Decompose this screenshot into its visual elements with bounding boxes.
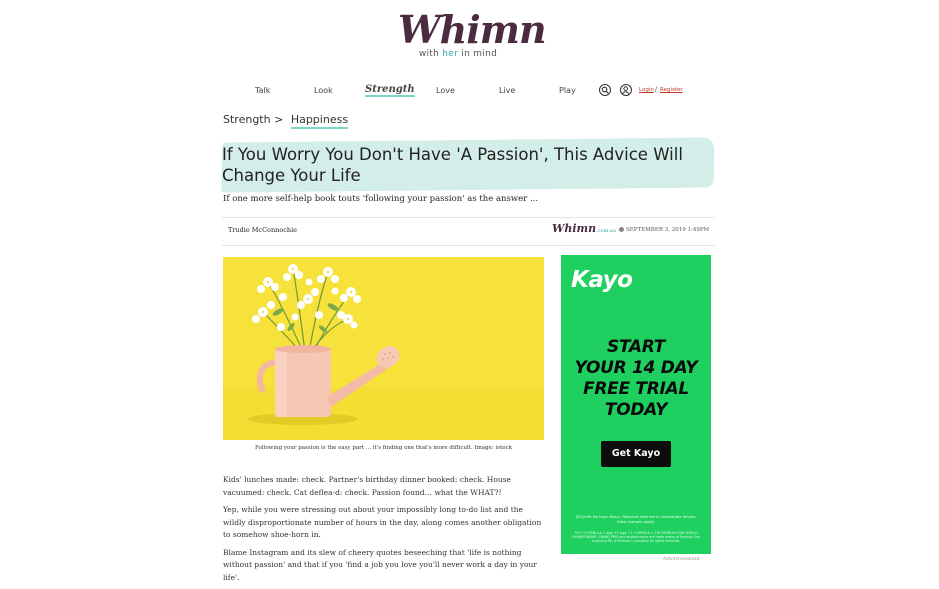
nav-live[interactable]: Live — [499, 86, 515, 95]
author-name[interactable]: Trudie McConnochie — [228, 226, 297, 234]
main-nav: Talk Look Strength Love Live Play Login … — [222, 84, 692, 100]
search-icon-glyph — [601, 86, 609, 94]
ad-headline-line: TODAY — [604, 400, 668, 420]
breadcrumb: Strength > Happiness — [223, 113, 349, 129]
article-dek: If one more self-help book touts 'follow… — [223, 194, 539, 204]
ad-headline-line: FREE TRIAL — [583, 379, 689, 399]
advertisement-label: Advertisement — [663, 556, 701, 562]
body-paragraph: Yep, while you were stressing out about … — [223, 505, 542, 539]
ad-headline-line: START — [606, 337, 666, 357]
publish-date: SEPTEMBER 3, 2019 1:49PM — [619, 227, 709, 233]
body-paragraph: Blame Instagram and its slew of cheery q… — [223, 547, 537, 582]
ad-fine-print: $25/mth for Kayo Basic. Requires interne… — [575, 514, 697, 524]
nav-play[interactable]: Play — [559, 86, 576, 95]
ad-headline: START YOUR 14 DAY FREE TRIAL TODAY — [561, 337, 711, 421]
nav-love[interactable]: Love — [436, 86, 455, 95]
breadcrumb-current[interactable]: Happiness — [290, 113, 349, 129]
register-link[interactable]: Register — [660, 87, 683, 93]
breadcrumb-separator: > — [274, 113, 284, 126]
search-icon[interactable] — [599, 84, 611, 96]
site-logo[interactable]: Whimn with her in mind — [398, 7, 547, 66]
breadcrumb-parent[interactable]: Strength — [223, 113, 271, 126]
login-link[interactable]: Login — [639, 87, 654, 93]
kayo-advertisement[interactable]: Kayo START YOUR 14 DAY FREE TRIAL TODAY … — [561, 255, 711, 554]
ad-headline-line: YOUR 14 DAY — [574, 358, 698, 378]
ad-legal-text: The F1 FORMULA 1 logo, F1 logo, F1, FORM… — [571, 531, 701, 544]
article-headline: If You Worry You Don't Have 'A Passion',… — [222, 145, 683, 185]
image-caption: Following your passion is the easy part … — [254, 445, 513, 451]
clock-icon — [619, 227, 624, 232]
source-logo[interactable]: Whimn.com.au — [552, 222, 616, 235]
login-separator: / — [655, 86, 658, 93]
user-icon[interactable] — [620, 84, 632, 96]
article-body: Kids' lunches made: check. Partner's bir… — [223, 474, 547, 589]
watering-can-flowers-illustration — [223, 257, 544, 440]
nav-strength[interactable]: Strength — [365, 84, 415, 97]
nav-look[interactable]: Look — [314, 86, 333, 95]
kayo-logo: Kayo — [571, 267, 633, 293]
body-paragraph: Kids' lunches made: check. Partner's bir… — [223, 475, 511, 497]
get-kayo-button[interactable]: Get Kayo — [601, 441, 671, 467]
user-icon-glyph — [622, 86, 630, 94]
logo-wordmark: Whimn — [398, 7, 547, 52]
nav-talk[interactable]: Talk — [255, 86, 270, 95]
hero-image — [223, 257, 544, 440]
